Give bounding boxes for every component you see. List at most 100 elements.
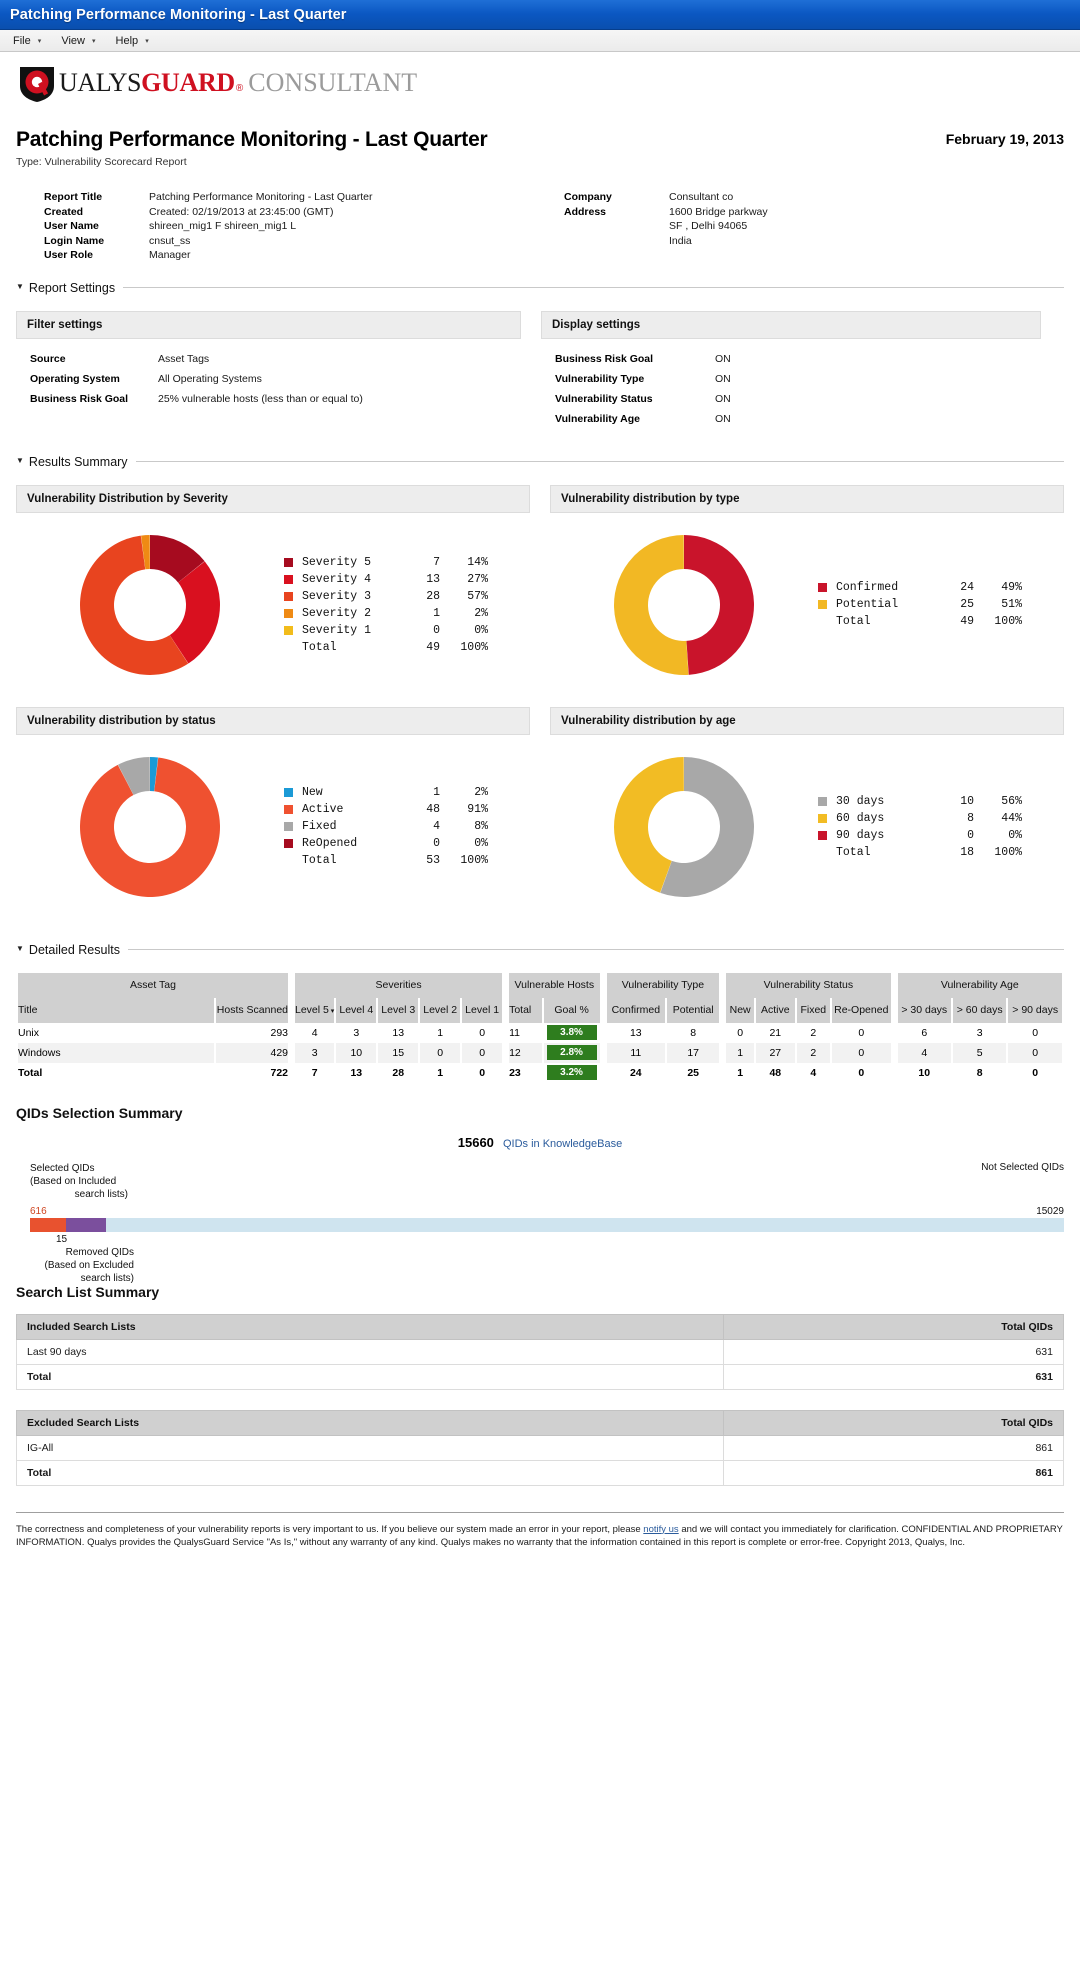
meta-label: Address (564, 205, 607, 218)
table-header-row: Excluded Search Lists Total QIDs (16, 1409, 1064, 1436)
donut-severity (16, 529, 284, 681)
vuln-type-count: 11 (606, 1042, 666, 1063)
qids-not-selected-count: 15029 (1036, 1205, 1064, 1217)
meta-label: User Name (44, 220, 99, 232)
chevron-down-icon: ▾ (92, 37, 96, 45)
divider (123, 287, 1064, 288)
qids-kb-count: 15660 (457, 1134, 494, 1150)
legend-percent: 0% (474, 623, 488, 637)
legend-label: ReOpened (302, 837, 358, 850)
table-column-header[interactable]: Level 4 (336, 997, 377, 1023)
table-column-header[interactable]: Fixed (796, 997, 830, 1023)
qids-removed-count: 15 (56, 1233, 68, 1245)
legend-percent: 57% (467, 589, 488, 603)
table-column-header[interactable]: Confirmed (606, 997, 666, 1023)
section-results-summary[interactable]: ▼ Results Summary (16, 455, 1064, 469)
legend-value: 0 (967, 828, 974, 842)
table-column-header[interactable]: Title (18, 997, 215, 1023)
table-column-header[interactable]: Level 1 (462, 997, 503, 1023)
setting-label: Business Risk Goal (30, 392, 129, 405)
column-spacer (290, 972, 293, 998)
legend-total-value: 49 (960, 615, 974, 628)
qids-removed-line3: search lists) (80, 1272, 134, 1284)
legend-swatch-icon (284, 608, 293, 618)
legend-total-label: Total (302, 640, 337, 654)
report-meta: Report Title Created User Name Login Nam… (44, 190, 1064, 263)
donut-chart (80, 756, 220, 897)
legend-swatch-icon (818, 583, 827, 592)
qids-bar-removed (66, 1217, 106, 1232)
table-group-header: Asset Tag (18, 972, 289, 998)
vuln-age-count: 4 (897, 1042, 951, 1063)
table-column-header[interactable]: > 30 days (897, 997, 951, 1023)
menu-file[interactable]: File ▾ (8, 33, 50, 49)
brand-wordmark: UALYS GUARD ® CONSULTANT (59, 68, 417, 98)
table-column-header[interactable]: Hosts Scanned (216, 997, 289, 1023)
detailed-results-table: Asset Tag Severities Vulnerable Hosts Vulne… (16, 972, 1064, 1083)
severity-count: 0 (462, 1042, 503, 1063)
vuln-type-count: 24 (606, 1062, 666, 1083)
vuln-status-count: 4 (796, 1062, 830, 1083)
total-label: Total (16, 1459, 724, 1486)
setting-value: Asset Tags (158, 352, 210, 365)
table-group-header-row: Asset Tag Severities Vulnerable Hosts Vulne… (18, 972, 1062, 998)
col-total-qids[interactable]: Total QIDs (723, 1409, 1064, 1436)
column-spacer (504, 997, 508, 1023)
chart-legend: New 1 2% Active 48 91% Fixed 4 8% ReOpened 0 0% Tota… (284, 784, 488, 869)
menu-file-label: File (13, 34, 31, 47)
qualys-shield-icon (20, 67, 54, 102)
table-column-header[interactable]: Total (509, 997, 542, 1023)
table-column-header[interactable]: Potential (667, 997, 720, 1023)
legend-swatch-icon (284, 574, 293, 584)
donut-slice (684, 534, 755, 675)
table-column-header[interactable]: Level 3 (378, 997, 419, 1023)
table-column-header[interactable]: Level 5 ▾ (295, 997, 335, 1023)
section-title: Detailed Results (28, 942, 120, 957)
legend-row: Severity 1 0 0% (284, 622, 488, 639)
table-column-header[interactable]: > 90 days (1008, 997, 1062, 1023)
table-row: Unix 293 4 3 13 1 0 11 3.8% 13 8 0 21 2 0 6 3 0 (18, 1022, 1062, 1043)
column-spacer (504, 1022, 508, 1043)
meta-label: User Role (44, 249, 94, 261)
table-head: Asset Tag Severities Vulnerable Hosts Vulne… (18, 972, 1062, 1023)
menu-help[interactable]: Help ▾ (111, 33, 158, 49)
legend-swatch-icon (284, 625, 293, 635)
column-spacer (601, 1022, 605, 1043)
setting-label: Vulnerability Status (555, 392, 653, 405)
column-spacer (721, 1062, 725, 1083)
section-report-settings[interactable]: ▼ Report Settings (16, 281, 1064, 295)
table-group-header: Vulnerability Age (897, 972, 1062, 998)
table-column-header[interactable]: New (726, 997, 754, 1023)
vuln-age-count: 3 (976, 1026, 983, 1039)
asset-tag-title: Windows (18, 1042, 215, 1063)
notify-us-link[interactable]: notify us (643, 1524, 678, 1535)
report-meta-right-labels: Company Address (564, 190, 669, 263)
donut-chart (614, 534, 755, 675)
table-column-header[interactable]: Level 2 (420, 997, 461, 1023)
severity-count: 13 (336, 1062, 377, 1083)
donut-chart (614, 756, 754, 897)
menu-view[interactable]: View ▾ (56, 33, 104, 49)
column-spacer (892, 997, 896, 1023)
brand-guard: GUARD (141, 68, 235, 97)
col-excluded-search-lists[interactable]: Excluded Search Lists (16, 1409, 724, 1436)
table-column-header[interactable]: Re-Opened (832, 997, 891, 1023)
column-spacer (601, 1062, 605, 1083)
section-detailed-results[interactable]: ▼ Detailed Results (16, 943, 1064, 957)
meta-value: Created: 02/19/2013 at 23:45:00 (GMT) (149, 205, 334, 218)
legend-total-percent: 100% (994, 845, 1022, 859)
table-column-header[interactable]: Goal % (543, 997, 600, 1023)
col-total-qids[interactable]: Total QIDs (723, 1313, 1064, 1340)
legend-label: 30 days (836, 794, 885, 808)
legend-total-percent: 100% (460, 854, 488, 867)
table-column-header[interactable]: Active (756, 997, 795, 1023)
vuln-status-count: 0 (832, 1062, 891, 1083)
table-body: Unix 293 4 3 13 1 0 11 3.8% 13 8 0 21 2 0 6 3 0 Windows 429… (18, 1022, 1062, 1083)
table-column-header[interactable]: > 60 days (952, 997, 1007, 1023)
setting-value: All Operating Systems (158, 372, 262, 385)
col-included-search-lists[interactable]: Included Search Lists (16, 1313, 724, 1340)
goal-percent: 2.8% (543, 1042, 600, 1063)
column-spacer (721, 1042, 725, 1063)
meta-value: 1600 Bridge parkway (669, 205, 768, 218)
chart-legend: Confirmed 24 49% Potential 25 51% Total 49 100% (818, 579, 1022, 630)
